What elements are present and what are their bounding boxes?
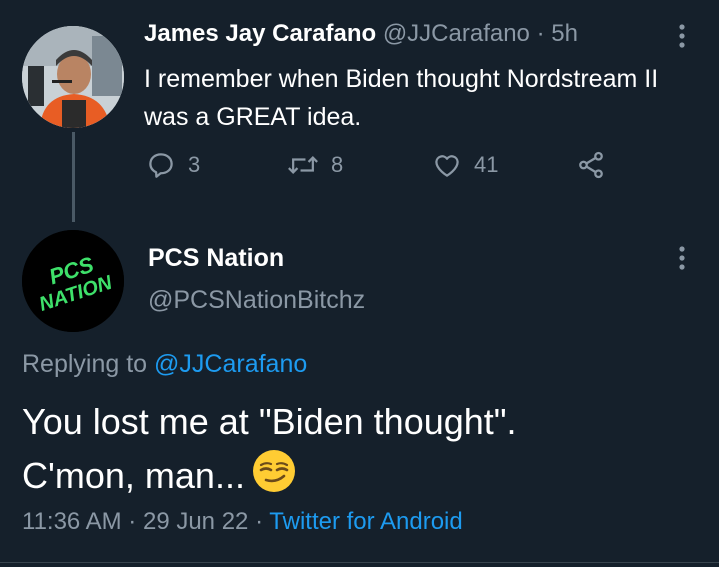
parent-time-ago[interactable]: 5h — [551, 20, 578, 47]
divider — [0, 562, 719, 563]
main-author-handle[interactable]: @PCSNationBitchz — [148, 286, 365, 315]
parent-author-handle[interactable]: @JJCarafano — [383, 20, 530, 47]
pcs-nation-logo: PCS NATION — [22, 230, 124, 332]
avatar[interactable] — [22, 26, 124, 128]
tweet-text-segment: C'mon, man... — [22, 455, 245, 496]
meta-separator: · — [536, 20, 545, 47]
more-vertical-icon — [679, 24, 685, 48]
tweet-text-line: C'mon, man... — [22, 448, 702, 508]
avatar-photo — [22, 26, 124, 128]
smirking-face-icon — [251, 448, 297, 508]
more-options-button[interactable] — [676, 22, 688, 50]
tweet-source-link[interactable]: Twitter for Android — [269, 508, 462, 535]
main-tweet-text: You lost me at "Biden thought". C'mon, m… — [22, 396, 702, 508]
retweet-button[interactable]: 8 — [287, 150, 343, 180]
avatar[interactable]: PCS NATION — [22, 230, 124, 332]
more-vertical-icon — [679, 246, 685, 270]
parent-author-name[interactable]: James Jay Carafano — [144, 20, 376, 47]
parent-tweet-text: I remember when Biden thought Nordstream… — [144, 65, 659, 131]
heart-icon — [435, 155, 459, 177]
reply-count: 3 — [188, 152, 201, 177]
share-icon — [579, 151, 603, 179]
tweet-meta-footer: 11:36 AM · 29 Jun 22 · Twitter for Andro… — [22, 508, 463, 536]
reply-button[interactable]: 3 — [146, 150, 200, 180]
like-button[interactable]: 41 — [432, 150, 498, 180]
retweet-icon — [288, 156, 318, 174]
like-count: 41 — [474, 152, 499, 177]
meta-separator: · — [128, 508, 137, 535]
retweet-count: 8 — [331, 152, 344, 177]
reply-icon — [149, 153, 173, 178]
share-button[interactable] — [576, 150, 606, 180]
replying-to-line: Replying to @JJCarafano — [22, 350, 307, 379]
replying-prefix: Replying to — [22, 350, 148, 378]
tweet-date[interactable]: 29 Jun 22 — [143, 508, 248, 535]
main-author-name[interactable]: PCS Nation — [148, 244, 284, 273]
parent-tweet-header: James Jay Carafano @JJCarafano · 5h — [144, 20, 578, 48]
tweet-text-line: You lost me at "Biden thought". — [22, 401, 517, 442]
tweet-time[interactable]: 11:36 AM — [22, 508, 122, 535]
meta-separator: · — [255, 508, 264, 535]
thread-connector-line — [72, 132, 75, 222]
more-options-button[interactable] — [676, 244, 688, 272]
replying-handle-link[interactable]: @JJCarafano — [154, 350, 307, 378]
